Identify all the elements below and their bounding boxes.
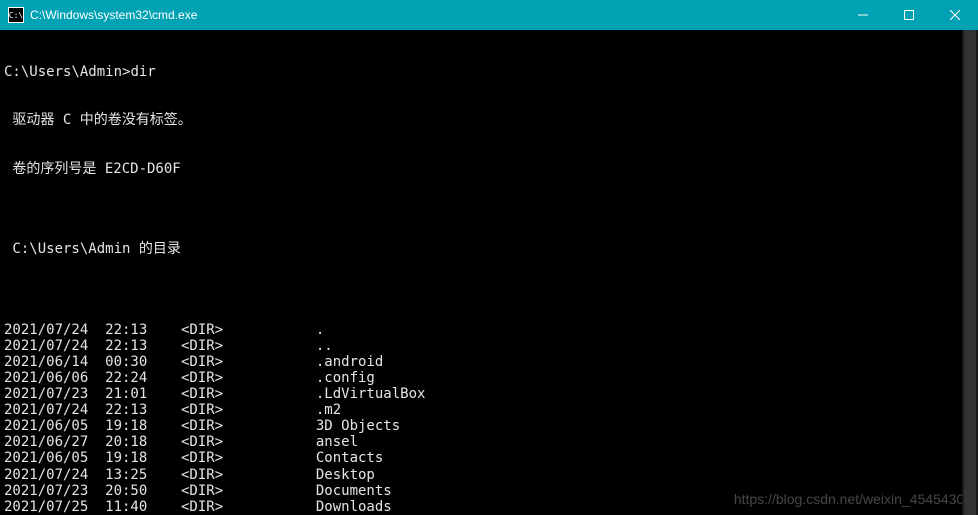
dir-entry: 2021/07/23 21:01 <DIR> .LdVirtualBox [4,386,974,402]
dir-entry: 2021/07/23 20:50 <DIR> Documents [4,483,974,499]
dir-entries: 2021/07/24 22:13 <DIR> .2021/07/24 22:13… [4,322,974,515]
dir-entry: 2021/07/24 22:13 <DIR> . [4,322,974,338]
dir-entry: 2021/07/24 22:13 <DIR> .m2 [4,402,974,418]
scrollbar-thumb[interactable] [964,30,976,515]
dir-entry: 2021/06/27 20:18 <DIR> ansel [4,434,974,450]
dir-entry: 2021/06/14 00:30 <DIR> .android [4,354,974,370]
dir-entry: 2021/07/25 11:40 <DIR> Downloads [4,499,974,515]
drive-info: 驱动器 C 中的卷没有标签。 [4,112,974,128]
minimize-button[interactable] [840,0,886,30]
dir-entry: 2021/06/05 19:18 <DIR> 3D Objects [4,418,974,434]
cmd-icon: C:\ [8,7,24,23]
cmd-window: C:\ C:\Windows\system32\cmd.exe C:\Users… [0,0,978,515]
dir-entry: 2021/06/05 19:18 <DIR> Contacts [4,450,974,466]
dir-entry: 2021/07/24 13:25 <DIR> Desktop [4,467,974,483]
directory-of: C:\Users\Admin 的目录 [4,241,974,257]
terminal-output[interactable]: C:\Users\Admin>dir 驱动器 C 中的卷没有标签。 卷的序列号是… [0,30,978,515]
dir-entry: 2021/06/06 22:24 <DIR> .config [4,370,974,386]
titlebar[interactable]: C:\ C:\Windows\system32\cmd.exe [0,0,978,30]
prompt-line: C:\Users\Admin>dir [4,64,974,80]
command-text: dir [130,64,155,80]
scrollbar[interactable] [962,30,978,515]
prompt: C:\Users\Admin> [4,64,130,80]
serial-info: 卷的序列号是 E2CD-D60F [4,161,974,177]
maximize-button[interactable] [886,0,932,30]
close-button[interactable] [932,0,978,30]
dir-entry: 2021/07/24 22:13 <DIR> .. [4,338,974,354]
window-title: C:\Windows\system32\cmd.exe [30,8,197,22]
